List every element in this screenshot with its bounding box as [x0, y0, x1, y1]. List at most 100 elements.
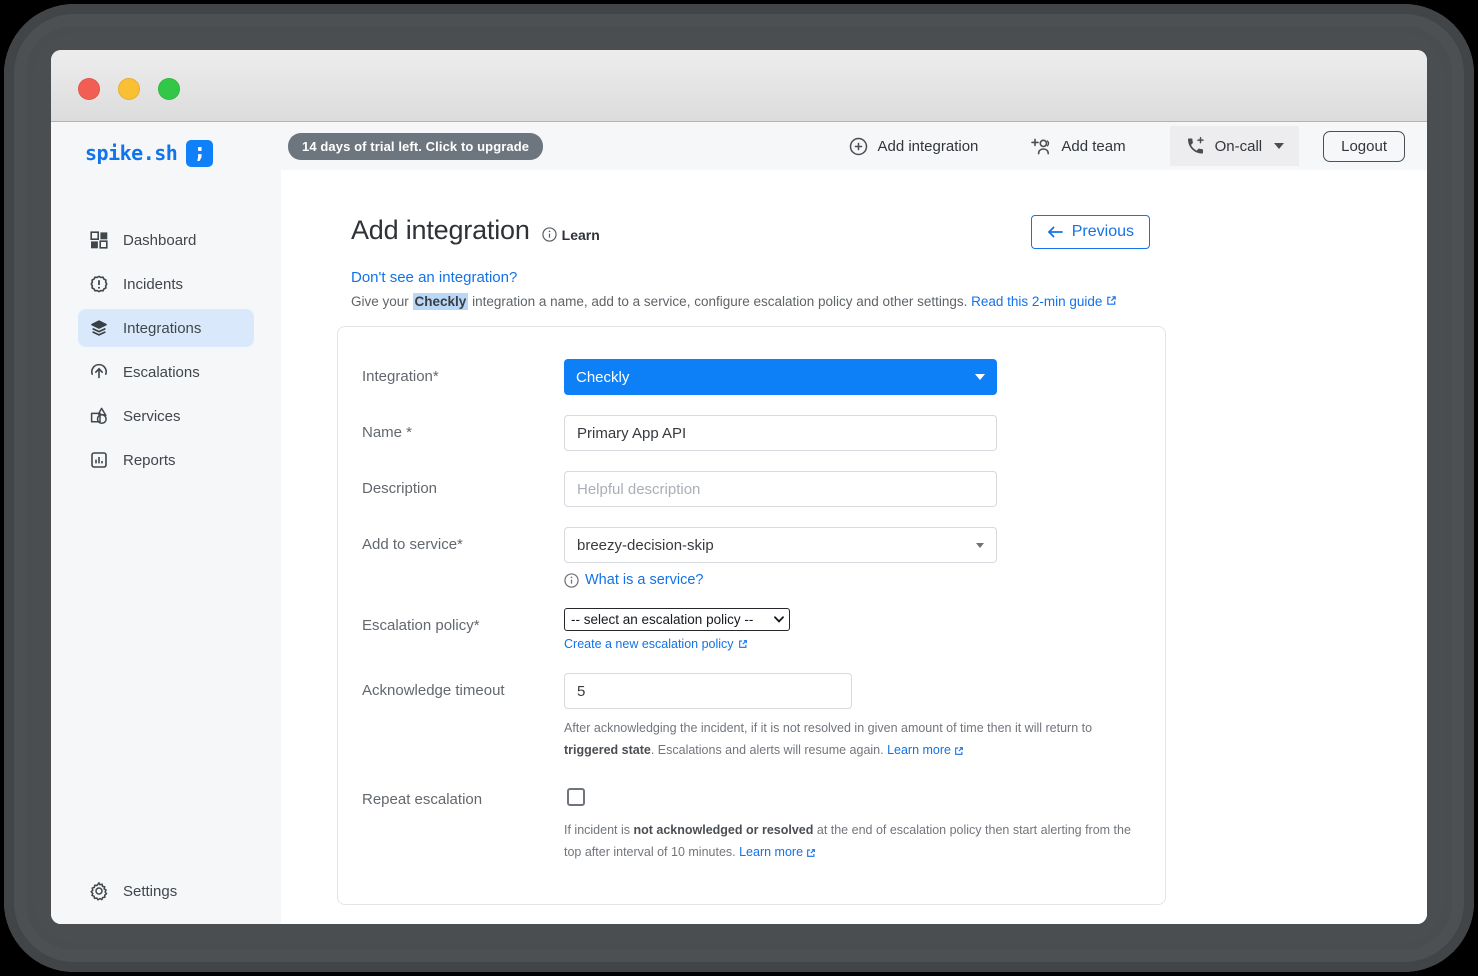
what-is-a-service-link[interactable]: What is a service? — [585, 572, 703, 588]
dashboard-icon — [89, 230, 109, 250]
header-add-team-label: Add team — [1061, 137, 1126, 155]
external-link-icon — [954, 746, 964, 756]
dont-see-integration-link[interactable]: Don't see an integration? — [351, 269, 517, 286]
left-arrow-icon — [1047, 226, 1064, 238]
external-link-icon — [738, 639, 748, 649]
layers-icon — [89, 318, 109, 338]
header-add-team-button[interactable]: Add team — [1026, 137, 1129, 156]
previous-button[interactable]: Previous — [1030, 215, 1150, 249]
learn-more-label: Learn more — [739, 844, 804, 859]
sidebar-item-label: Integrations — [123, 319, 202, 337]
repeat-help-prefix: If incident is — [564, 822, 634, 837]
minimize-window-icon[interactable] — [118, 78, 140, 100]
name-input[interactable] — [564, 415, 997, 451]
sidebar-item-escalations[interactable]: Escalations — [78, 353, 254, 391]
escalation-policy-select-value: -- select an escalation policy -- — [571, 612, 754, 627]
info-icon — [564, 572, 579, 588]
brand-logo[interactable]: spike.sh ; — [85, 137, 281, 169]
acknowledge-timeout-label: Acknowledge timeout — [362, 682, 505, 699]
brand-mark-icon: ; — [186, 139, 214, 167]
sidebar-item-label: Reports — [123, 451, 176, 469]
sidebar-item-label: Incidents — [123, 275, 184, 293]
integration-label: Integration* — [362, 368, 439, 385]
repeat-escalation-checkbox[interactable] — [567, 787, 585, 806]
integration-name-highlight: Checkly — [412, 293, 469, 310]
page-title: Add integration — [351, 215, 530, 245]
phone-plus-icon — [1185, 136, 1206, 156]
brand-name: spike.sh — [85, 141, 178, 165]
intro-text: Give your Checkly integration a name, ad… — [351, 293, 1166, 310]
form-row-service: Add to service* breezy-decision-skip Wha… — [362, 527, 1141, 588]
header-add-integration-button[interactable]: Add integration — [845, 137, 982, 156]
caret-down-icon — [976, 542, 984, 548]
bar-chart-icon — [89, 450, 109, 470]
learn-label: Learn — [561, 226, 600, 243]
integration-select[interactable]: Checkly — [564, 359, 997, 395]
page-content: Add integration Learn Previous Don't see… — [281, 170, 1427, 924]
chevron-down-icon — [774, 616, 784, 623]
intro-middle: integration a name, add to a service, co… — [468, 294, 972, 309]
zoom-window-icon[interactable] — [158, 78, 180, 100]
incident-badge-icon — [89, 274, 109, 294]
app-window: spike.sh ; Dashboard Incidents Integrati… — [51, 50, 1427, 924]
sidebar-item-label: Services — [123, 407, 181, 425]
logout-button[interactable]: Logout — [1323, 130, 1405, 162]
form-row-name: Name * — [362, 415, 1141, 451]
ack-learn-more-link[interactable]: Learn more — [887, 740, 964, 762]
name-label: Name * — [362, 424, 413, 441]
form-row-integration: Integration* Checkly — [362, 359, 1141, 395]
shapes-icon — [89, 406, 109, 426]
caret-down-icon — [1274, 143, 1285, 149]
sidebar-item-label: Settings — [123, 882, 178, 900]
escalation-policy-label: Escalation policy* — [362, 617, 480, 634]
escalation-arrow-icon — [89, 362, 109, 382]
form-row-repeat-escalation: Repeat escalation If incident is not ack… — [362, 782, 1141, 864]
sidebar-item-reports[interactable]: Reports — [78, 441, 254, 479]
caret-down-icon — [975, 374, 985, 380]
top-header: 14 days of trial left. Click to upgrade … — [281, 122, 1427, 170]
repeat-learn-more-link[interactable]: Learn more — [739, 842, 816, 864]
ack-help-prefix: After acknowledging the incident, if it … — [564, 721, 1093, 735]
service-select-value: breezy-decision-skip — [577, 536, 714, 554]
description-input[interactable] — [564, 471, 997, 507]
create-escalation-policy-link[interactable]: Create a new escalation policy — [564, 637, 748, 651]
repeat-escalation-label: Repeat escalation — [362, 790, 483, 808]
user-plus-icon — [1030, 137, 1052, 156]
two-min-guide-link[interactable]: Read this 2-min guide — [971, 294, 1102, 309]
integration-select-value: Checkly — [576, 368, 630, 386]
ack-help-mid: . Escalations and alerts will resume aga… — [650, 742, 888, 757]
on-call-dropdown[interactable]: On-call — [1169, 126, 1300, 166]
service-select[interactable]: breezy-decision-skip — [564, 527, 997, 563]
learn-more-label: Learn more — [887, 742, 952, 757]
external-link-icon — [1106, 295, 1117, 306]
repeat-help-bold: not acknowledged or resolved — [633, 822, 814, 837]
sidebar-item-incidents[interactable]: Incidents — [78, 265, 254, 303]
external-link-icon — [806, 848, 816, 858]
on-call-label: On-call — [1214, 137, 1263, 155]
form-row-ack-timeout: Acknowledge timeout After acknowledging … — [362, 673, 1141, 762]
ack-timeout-help-text: After acknowledging the incident, if it … — [564, 718, 1141, 762]
sidebar-item-services[interactable]: Services — [78, 397, 254, 435]
intro-prefix: Give your — [351, 294, 413, 309]
sidebar: spike.sh ; Dashboard Incidents Integrati… — [51, 122, 281, 924]
sidebar-item-integrations[interactable]: Integrations — [78, 309, 254, 347]
header-add-integration-label: Add integration — [877, 137, 979, 155]
sidebar-item-label: Dashboard — [123, 231, 197, 249]
close-window-icon[interactable] — [78, 78, 100, 100]
trial-banner[interactable]: 14 days of trial left. Click to upgrade — [288, 132, 544, 160]
form-row-escalation-policy: Escalation policy* -- select an escalati… — [362, 608, 1141, 653]
escalation-policy-select[interactable]: -- select an escalation policy -- — [564, 608, 790, 631]
repeat-escalation-help-text: If incident is not acknowledged or resol… — [564, 820, 1141, 864]
plus-circle-icon — [849, 137, 868, 156]
info-icon — [541, 227, 557, 242]
ack-help-bold: triggered state — [564, 742, 651, 757]
integration-form-card: Integration* Checkly Name * Description — [337, 326, 1166, 905]
acknowledge-timeout-input[interactable] — [564, 673, 852, 709]
main-area: 14 days of trial left. Click to upgrade … — [281, 122, 1427, 924]
gear-icon — [89, 881, 109, 901]
sidebar-item-settings[interactable]: Settings — [78, 872, 254, 910]
sidebar-item-dashboard[interactable]: Dashboard — [78, 221, 254, 259]
learn-link[interactable]: Learn — [541, 226, 600, 243]
window-titlebar — [51, 50, 1427, 122]
create-escalation-policy-label: Create a new escalation policy — [564, 637, 734, 651]
